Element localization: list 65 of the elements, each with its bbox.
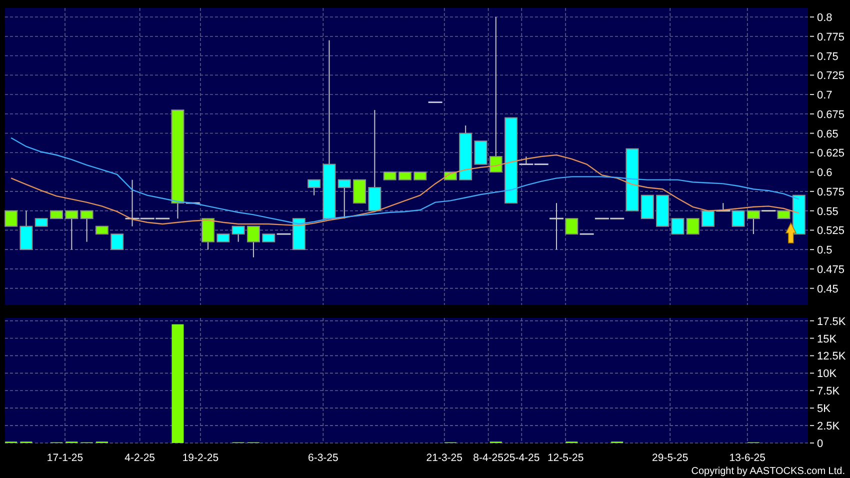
candlestick: [640, 194, 654, 220]
axis-label: 21-3-25: [426, 452, 462, 464]
candlestick: [383, 172, 396, 180]
candlestick: [459, 125, 472, 180]
axis-label: 8-4-25: [473, 452, 504, 464]
candlestick: [702, 210, 714, 227]
axis-label: 19-2-25: [182, 452, 219, 464]
candlestick: [232, 226, 245, 242]
candlestick: [216, 234, 230, 242]
axis-label: 12.5K: [817, 350, 846, 363]
axis-label: 15K: [817, 333, 837, 346]
candlestick: [428, 102, 442, 104]
axis-label: 6-3-25: [308, 452, 338, 464]
axis-label: 0.55: [817, 206, 838, 218]
candlestick: [671, 218, 684, 235]
candlestick: [656, 194, 670, 227]
axis-label: 29-5-25: [652, 452, 688, 464]
axis-label: 7.5K: [817, 386, 840, 398]
candlestick: [398, 172, 412, 180]
candlestick: [308, 179, 321, 196]
candlestick: [65, 210, 78, 250]
axis-label: 0.7: [817, 90, 832, 102]
axis-label: 0.6: [817, 167, 832, 180]
axis-label: 0.525: [817, 225, 845, 238]
axis-label: 0.775: [817, 31, 845, 44]
candlestick: [50, 210, 64, 220]
axis-label: 4-2-25: [124, 452, 156, 464]
axis-label: 0.65: [817, 128, 838, 140]
axis-label: 0: [817, 438, 824, 450]
candlestick: [686, 218, 700, 235]
candlestick: [202, 218, 215, 250]
candlestick: [474, 140, 488, 165]
axis-label: 10K: [817, 368, 837, 380]
copyright-text: Copyright by AASTOCKS.com Ltd.: [691, 465, 845, 478]
candlestick: [746, 210, 760, 235]
axis-label: 0.625: [817, 148, 845, 160]
axis-label: 0.675: [817, 108, 845, 121]
candlestick: [4, 210, 18, 227]
candlestick: [353, 179, 366, 204]
axis-label: 13-6-25: [729, 452, 766, 464]
axis-label: 12-5-25: [547, 452, 584, 464]
candlestick: [792, 194, 806, 235]
candlestick: [95, 226, 108, 235]
axis-label: 0.475: [817, 264, 845, 276]
candlestick: [20, 210, 33, 250]
axis-label: 17.5K: [817, 316, 846, 328]
axis-label: 2.5K: [817, 420, 840, 433]
axis-label: 0.725: [817, 70, 845, 82]
axis-label: 0.8: [817, 12, 832, 24]
candlestick: [110, 234, 124, 250]
axis-label: 0.45: [817, 283, 838, 296]
candlestick: [338, 179, 351, 220]
axis-label: 5K: [817, 403, 830, 416]
candlestick: [80, 210, 94, 242]
axis-label: 0.75: [817, 50, 838, 63]
candlestick: [34, 218, 48, 227]
candlestick: [246, 226, 260, 258]
axis-label: 0.5: [817, 244, 832, 257]
up-arrow-icon: [785, 222, 797, 244]
candlestick: [550, 202, 564, 250]
candlestick: [414, 172, 427, 180]
axis-label: 17-1-25: [46, 452, 84, 464]
axis-label: 25-4-25: [504, 452, 540, 464]
candlestick: [626, 148, 639, 212]
axis-label: 0.575: [817, 186, 845, 198]
